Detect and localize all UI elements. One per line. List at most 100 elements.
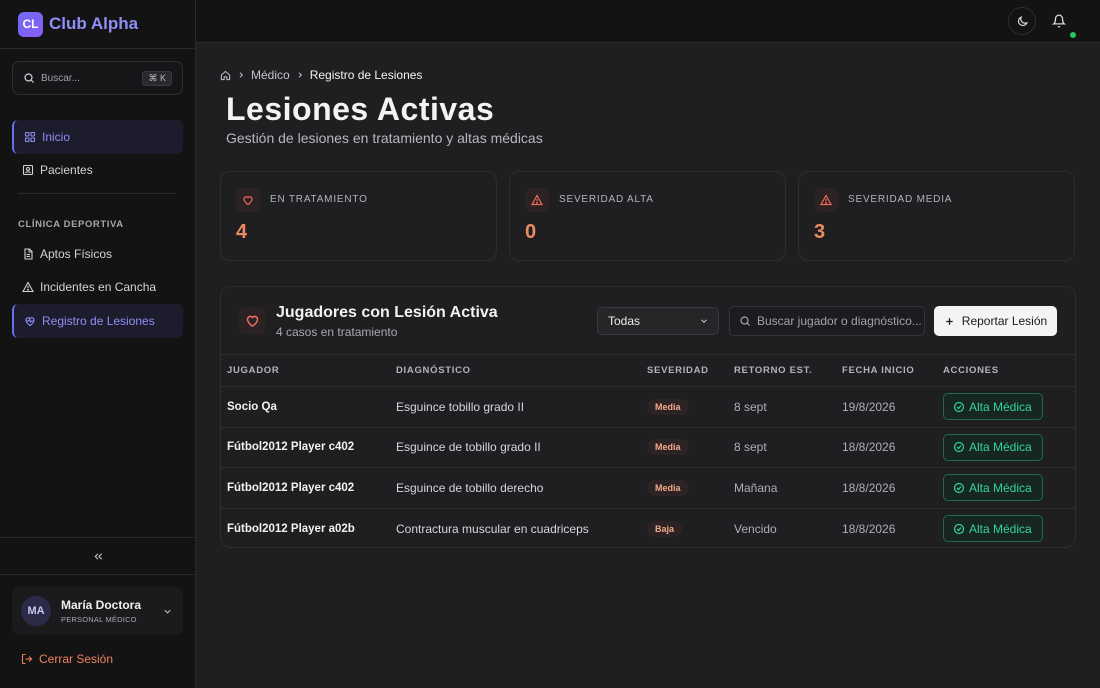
brand[interactable]: CL Club Alpha — [0, 0, 195, 49]
sidebar-item-registro-lesiones[interactable]: Registro de Lesiones — [12, 304, 183, 338]
sidebar-item-label: Incidentes en Cancha — [40, 280, 157, 294]
return-date: Mañana — [734, 480, 778, 495]
stat-value: 3 — [814, 221, 826, 243]
severity-filter-select[interactable]: Todas — [597, 307, 719, 335]
bell-icon — [1052, 14, 1066, 28]
stat-value: 0 — [525, 221, 537, 243]
stat-label: EN TRATAMIENTO — [270, 194, 368, 205]
search-icon — [739, 315, 751, 327]
table-row[interactable]: Fútbol2012 Player a02b Contractura muscu… — [221, 508, 1075, 547]
home-icon[interactable] — [220, 70, 231, 81]
diagnosis: Contractura muscular en cuadriceps — [396, 521, 589, 536]
logout-label: Cerrar Sesión — [39, 652, 114, 666]
sidebar-item-label: Inicio — [42, 130, 71, 144]
heart-icon — [239, 307, 266, 334]
report-injury-button[interactable]: Reportar Lesión — [934, 306, 1057, 336]
check-circle-icon — [953, 401, 965, 413]
sidebar-item-label: Registro de Lesiones — [42, 314, 155, 328]
avatar: MA — [21, 596, 51, 626]
player-name[interactable]: Fútbol2012 Player c402 — [221, 468, 390, 509]
column-header: ACCIONES — [943, 365, 999, 376]
chevron-right-icon — [296, 71, 304, 79]
brand-name: Club Alpha — [49, 14, 139, 33]
user-name: María Doctora — [61, 598, 142, 612]
sidebar-item-label: Aptos Físicos — [40, 247, 113, 261]
breadcrumb-medico[interactable]: Médico — [251, 68, 290, 82]
medical-discharge-label: Alta Médica — [969, 399, 1032, 414]
warning-icon — [525, 188, 549, 212]
heart-pulse-icon — [24, 315, 36, 327]
sidebar-section-title: CLÍNICA DEPORTIVA — [18, 219, 124, 230]
active-injuries-panel: Jugadores con Lesión Activa 4 casos en t… — [220, 286, 1076, 548]
start-date: 19/8/2026 — [842, 399, 896, 414]
notification-dot — [1070, 32, 1076, 38]
medical-discharge-button[interactable]: Alta Médica — [943, 393, 1043, 421]
sidebar-item-incidentes[interactable]: Incidentes en Cancha — [12, 270, 183, 304]
player-search-input[interactable] — [757, 314, 922, 328]
table-row[interactable]: Socio Qa Esguince tobillo grado II Media… — [221, 386, 1075, 428]
logout-button[interactable]: Cerrar Sesión — [21, 651, 113, 667]
severity-badge: Media — [647, 439, 689, 456]
chevrons-left-icon — [93, 551, 104, 562]
column-header[interactable]: DIAGNÓSTICO — [390, 355, 641, 387]
sidebar-item-inicio[interactable]: Inicio — [12, 120, 183, 154]
moon-icon — [1016, 15, 1029, 28]
page-title: Lesiones Activas — [226, 91, 495, 127]
plus-icon — [944, 316, 955, 327]
sidebar-item-pacientes[interactable]: Pacientes — [12, 153, 183, 187]
medical-discharge-label: Alta Médica — [969, 521, 1032, 536]
return-date: Vencido — [734, 521, 777, 536]
player-name[interactable]: Fútbol2012 Player c402 — [221, 427, 390, 468]
report-injury-label: Reportar Lesión — [961, 314, 1048, 328]
check-circle-icon — [953, 482, 965, 494]
return-date: 8 sept — [734, 399, 767, 414]
panel-subtitle: 4 casos en tratamiento — [276, 325, 398, 339]
medical-discharge-button[interactable]: Alta Médica — [943, 474, 1043, 502]
search-icon — [23, 72, 35, 84]
player-name[interactable]: Fútbol2012 Player a02b — [221, 508, 390, 547]
chevron-updown-icon — [162, 606, 173, 617]
sidebar-item-aptos-fisicos[interactable]: Aptos Físicos — [12, 237, 183, 271]
column-header[interactable]: RETORNO EST. — [728, 355, 836, 387]
severity-badge: Baja — [647, 520, 683, 537]
column-header[interactable]: FECHA INICIO — [836, 355, 937, 387]
stat-card-severidad-media: SEVERIDAD MEDIA 3 — [798, 171, 1075, 261]
medical-discharge-button[interactable]: Alta Médica — [943, 515, 1043, 542]
start-date: 18/8/2026 — [842, 480, 896, 495]
medical-discharge-button[interactable]: Alta Médica — [943, 433, 1043, 461]
return-date: 8 sept — [734, 440, 767, 455]
grid-icon — [24, 131, 36, 143]
filter-value: Todas — [608, 314, 641, 328]
user-menu[interactable]: MA María Doctora PERSONAL MÉDICO — [12, 587, 183, 635]
stat-card-en-tratamiento: EN TRATAMIENTO 4 — [220, 171, 497, 261]
panel-title: Jugadores con Lesión Activa — [276, 304, 498, 321]
medical-discharge-label: Alta Médica — [969, 480, 1032, 495]
medical-discharge-label: Alta Médica — [969, 440, 1032, 455]
user-role: PERSONAL MÉDICO — [61, 615, 137, 624]
injuries-table: JUGADOR DIAGNÓSTICO SEVERIDAD RETORNO ES… — [221, 354, 1075, 547]
logout-icon — [21, 653, 33, 665]
table-row[interactable]: Fútbol2012 Player c402 Esguince de tobil… — [221, 467, 1075, 509]
sidebar-search-placeholder: Buscar... — [41, 72, 80, 84]
player-name[interactable]: Socio Qa — [221, 387, 390, 428]
theme-toggle-button[interactable] — [1008, 7, 1036, 35]
sidebar-collapse-button[interactable] — [0, 537, 196, 575]
topbar — [196, 0, 1100, 43]
column-header[interactable]: SEVERIDAD — [641, 355, 728, 387]
diagnosis: Esguince de tobillo derecho — [396, 480, 544, 495]
diagnosis: Esguince de tobillo grado II — [396, 440, 541, 455]
heart-icon — [236, 188, 260, 212]
table-row[interactable]: Fútbol2012 Player c402 Esguince de tobil… — [221, 427, 1075, 468]
start-date: 18/8/2026 — [842, 521, 896, 536]
stat-value: 4 — [236, 221, 248, 243]
search-shortcut: ⌘ K — [142, 70, 172, 86]
notifications-button[interactable] — [1045, 7, 1073, 35]
sidebar-search[interactable]: Buscar... ⌘ K — [12, 61, 183, 95]
sidebar-item-label: Pacientes — [40, 163, 93, 177]
player-search[interactable] — [729, 306, 925, 336]
diagnosis: Esguince tobillo grado II — [396, 399, 525, 414]
severity-badge: Media — [647, 398, 689, 415]
warning-icon — [22, 281, 34, 293]
column-header[interactable]: JUGADOR — [221, 355, 390, 387]
warning-icon — [814, 188, 838, 212]
